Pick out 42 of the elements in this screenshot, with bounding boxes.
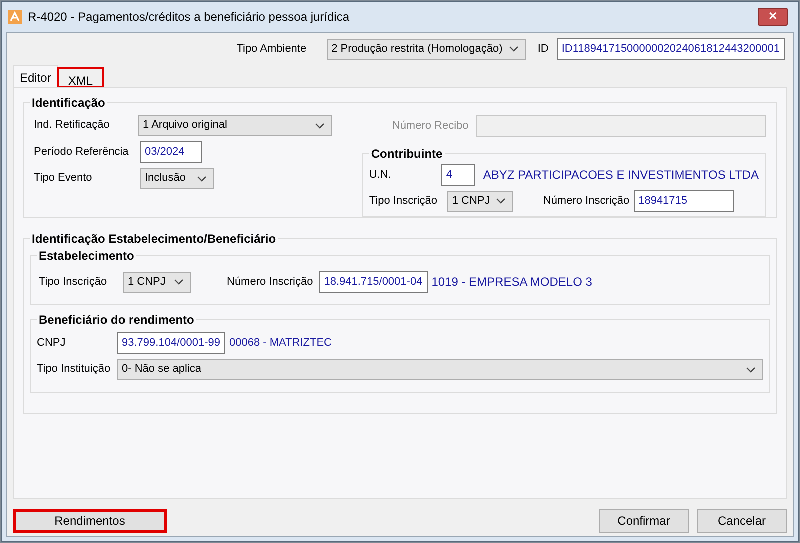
field-label: Tipo Evento [34, 171, 94, 186]
dropdown[interactable]: 0- Não se aplica [117, 359, 763, 380]
field-label: U.N. [369, 168, 392, 183]
chevron-down-icon [315, 122, 325, 128]
dropdown[interactable]: 2 Produção restrita (Homologação) [326, 38, 526, 60]
field-label: Tipo Instituição [37, 362, 112, 378]
cancel-button[interactable]: Cancelar [697, 509, 787, 533]
company-name: ABYZ PARTICIPACOES E INVESTIMENTOS LTDA [483, 167, 759, 184]
field-label: Tipo Ambiente [236, 42, 307, 57]
field-label: Tipo Inscrição [39, 274, 108, 290]
tab[interactable]: Editor [13, 65, 58, 87]
input-field[interactable]: 4 [441, 164, 476, 186]
rendimentos-button[interactable]: Rendimentos [13, 509, 167, 533]
dropdown[interactable]: 1 CNPJ [447, 190, 514, 212]
field-label: Número Inscrição [543, 194, 630, 209]
chevron-down-icon [496, 198, 506, 204]
field-label: Ind. Retificação [34, 118, 111, 134]
field-label: Número Inscrição [227, 274, 314, 290]
confirm-button[interactable]: Confirmar [599, 509, 689, 533]
input-field[interactable]: 93.799.104/0001-99 [117, 332, 226, 354]
input-field[interactable]: 18941715 [634, 190, 734, 212]
chevron-down-icon [746, 366, 756, 372]
field-label: Período Referência [34, 144, 130, 160]
beneficiary-name: 00068 - MATRIZTEC [229, 336, 332, 351]
field-label: ID [538, 42, 549, 57]
establishment-name: 1019 - EMPRESA MODELO 3 [432, 274, 592, 291]
app-icon [8, 10, 22, 24]
field-label: CNPJ [37, 336, 67, 351]
input-field[interactable]: 18.941.715/0001-04 [319, 271, 428, 293]
field-label: Tipo Inscrição [369, 194, 438, 209]
dropdown[interactable]: 1 Arquivo original [138, 115, 332, 136]
field-label: Número Recibo [392, 118, 470, 134]
close-button[interactable]: ✕ [758, 8, 788, 26]
chevron-down-icon [197, 176, 207, 182]
dropdown[interactable]: 1 CNPJ [123, 272, 191, 292]
input-field[interactable]: ID1189417150000002024061812443200001 [556, 38, 785, 60]
input-field[interactable]: 03/2024 [140, 141, 202, 163]
chevron-down-icon [508, 46, 519, 52]
window-title: R-4020 - Pagamentos/créditos a beneficiário pessoa jurídica [28, 9, 351, 26]
chevron-down-icon [174, 279, 184, 285]
dropdown[interactable]: Inclusão [140, 168, 214, 189]
tab[interactable]: XML [58, 68, 104, 87]
